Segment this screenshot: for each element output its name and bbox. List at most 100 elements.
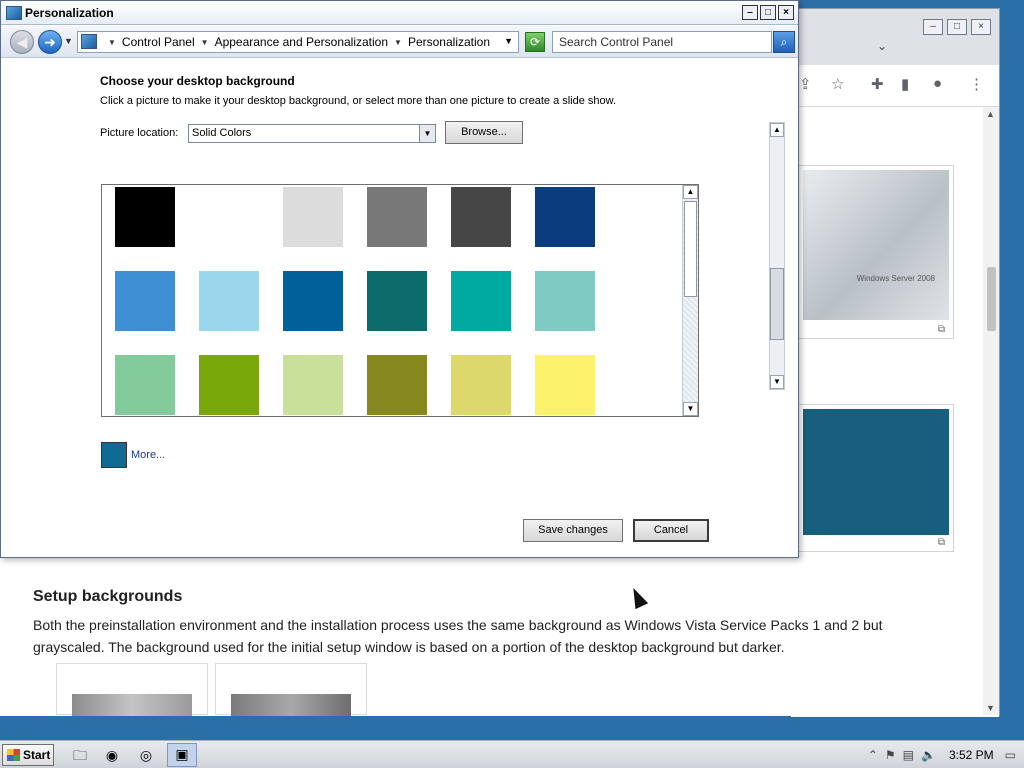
volume-icon[interactable]: 🔈: [921, 748, 936, 762]
window-title: Personalization: [25, 6, 114, 20]
color-swatch[interactable]: [451, 355, 511, 415]
breadcrumb-personalization[interactable]: Personalization: [408, 35, 490, 49]
article-section: Setup backgrounds Both the preinstallati…: [0, 558, 980, 716]
share-icon[interactable]: ⇪: [799, 75, 812, 93]
browser-close-button[interactable]: ×: [971, 19, 991, 35]
show-hidden-icons-chevron-icon[interactable]: ⌃: [868, 748, 878, 762]
side-panel-icon[interactable]: ▮: [901, 75, 909, 93]
gallery-image: [803, 409, 949, 535]
file-explorer-icon[interactable]: 🗀: [70, 745, 90, 765]
more-colors-swatch[interactable]: [101, 442, 127, 468]
instructions-text: Click a picture to make it your desktop …: [100, 95, 617, 107]
save-changes-button[interactable]: Save changes: [523, 519, 623, 542]
windows-server-logo: Windows Server 2008: [856, 274, 935, 283]
scroll-up-arrow-icon[interactable]: ▲: [683, 185, 698, 199]
browser-maximize-button[interactable]: □: [947, 19, 967, 35]
refresh-icon[interactable]: ⟳: [525, 32, 545, 52]
browser-tab-bar: – □ × ⌄: [791, 9, 999, 65]
color-swatch[interactable]: [199, 271, 259, 331]
browser-window-controls: – □ ×: [923, 19, 991, 35]
swatch-scroll-thumb[interactable]: [684, 201, 697, 297]
chrome-icon[interactable]: ◎: [136, 745, 156, 765]
color-swatch[interactable]: [367, 271, 427, 331]
tab-search-chevron-icon[interactable]: ⌄: [877, 39, 887, 53]
search-icon[interactable]: ⌕: [773, 31, 795, 53]
expand-icon[interactable]: ⧉: [938, 537, 945, 548]
firefox-icon[interactable]: ◉: [102, 745, 122, 765]
extensions-icon[interactable]: ✚: [871, 75, 884, 93]
color-swatch[interactable]: [367, 187, 427, 247]
address-dropdown-chevron-icon[interactable]: ▼: [504, 36, 513, 46]
picture-location-select[interactable]: Solid Colors ▼: [188, 124, 436, 143]
title-bar[interactable]: Personalization – □ ×: [1, 1, 798, 25]
color-swatch[interactable]: [535, 271, 595, 331]
scroll-down-arrow-icon[interactable]: ▼: [683, 402, 698, 416]
control-panel-icon: [81, 34, 97, 49]
color-swatch[interactable]: [535, 187, 595, 247]
color-swatch[interactable]: [283, 187, 343, 247]
back-arrow-icon[interactable]: ◀: [10, 30, 34, 54]
start-button[interactable]: Start: [2, 744, 54, 766]
bookmark-star-icon[interactable]: ☆: [831, 75, 844, 93]
panel-scrollbar[interactable]: ▲ ▼: [769, 122, 785, 390]
scroll-up-arrow-icon[interactable]: ▲: [986, 109, 995, 119]
breadcrumb[interactable]: ▼ Control Panel ▼ Appearance and Persona…: [77, 31, 519, 53]
breadcrumb-chevron-icon[interactable]: ▼: [108, 38, 116, 47]
profile-avatar-icon[interactable]: ●: [933, 75, 942, 92]
browser-minimize-button[interactable]: –: [923, 19, 943, 35]
scroll-up-arrow-icon[interactable]: ▲: [770, 123, 784, 137]
control-panel-taskbar-icon[interactable]: ▣: [167, 743, 197, 767]
color-swatch[interactable]: [199, 355, 259, 415]
close-button[interactable]: ×: [778, 5, 794, 20]
taskbar: Start 🗀 ◉ ◎ ▣ ⌃ ⚑ ▤ 🔈 3:52 PM ▭: [0, 740, 1024, 768]
more-colors-link[interactable]: More...: [131, 449, 165, 461]
window-controls: – □ ×: [742, 5, 794, 20]
swatch-scrollbar[interactable]: ▲ ▼: [682, 185, 698, 416]
scroll-down-arrow-icon[interactable]: ▼: [986, 703, 995, 713]
clock[interactable]: 3:52 PM: [949, 748, 994, 762]
breadcrumb-appearance[interactable]: Appearance and Personalization: [215, 35, 388, 49]
section-heading: Setup backgrounds: [33, 588, 183, 605]
action-center-flag-icon[interactable]: ⚑: [885, 748, 896, 762]
color-swatch[interactable]: [451, 187, 511, 247]
scroll-down-arrow-icon[interactable]: ▼: [770, 375, 784, 389]
gallery-image: Windows Server 2008: [803, 170, 949, 320]
browser-menu-icon[interactable]: ⋮: [969, 75, 984, 93]
gallery-thumbnail-server[interactable]: Windows Server 2008 ⧉: [796, 165, 954, 339]
network-icon[interactable]: ▤: [903, 748, 914, 762]
cancel-button[interactable]: Cancel: [633, 519, 709, 542]
gallery-thumbnail-teal[interactable]: ⧉: [796, 404, 954, 552]
recent-pages-chevron-icon[interactable]: ▼: [64, 36, 73, 46]
color-swatch[interactable]: [367, 355, 427, 415]
browser-scroll-thumb[interactable]: [987, 267, 996, 331]
browse-button[interactable]: Browse...: [445, 121, 523, 144]
control-panel-icon: [6, 6, 22, 20]
color-swatch[interactable]: [199, 187, 259, 247]
color-swatch[interactable]: [535, 355, 595, 415]
chevron-down-icon[interactable]: ▼: [419, 125, 435, 142]
maximize-button[interactable]: □: [760, 5, 776, 20]
color-swatch[interactable]: [283, 271, 343, 331]
search-input[interactable]: Search Control Panel: [552, 31, 772, 53]
section-paragraph: Both the preinstallation environment and…: [33, 617, 883, 655]
color-swatch[interactable]: [115, 187, 175, 247]
breadcrumb-chevron-icon[interactable]: ▼: [394, 38, 402, 47]
expand-icon[interactable]: ⧉: [938, 324, 945, 335]
color-swatch[interactable]: [115, 271, 175, 331]
gallery-thumbnail[interactable]: [56, 663, 208, 716]
breadcrumb-chevron-icon[interactable]: ▼: [201, 38, 209, 47]
browser-toolbar: ⇪ ☆ ✚ ▮ ● ⋮: [791, 65, 999, 107]
show-desktop-icon[interactable]: ▭: [1005, 748, 1016, 762]
forward-arrow-icon[interactable]: ➜: [38, 30, 62, 54]
page-title: Choose your desktop background: [100, 74, 295, 88]
color-swatch[interactable]: [115, 355, 175, 415]
color-swatch[interactable]: [283, 355, 343, 415]
panel-scroll-thumb[interactable]: [770, 268, 784, 340]
color-swatch[interactable]: [451, 271, 511, 331]
start-label: Start: [23, 748, 51, 762]
browser-scrollbar[interactable]: ▲ ▼: [983, 107, 999, 715]
gallery-thumbnail[interactable]: [215, 663, 367, 716]
system-tray: ⌃ ⚑ ▤ 🔈 3:52 PM ▭: [868, 743, 1024, 767]
breadcrumb-control-panel[interactable]: Control Panel: [122, 35, 195, 49]
minimize-button[interactable]: –: [742, 5, 758, 20]
